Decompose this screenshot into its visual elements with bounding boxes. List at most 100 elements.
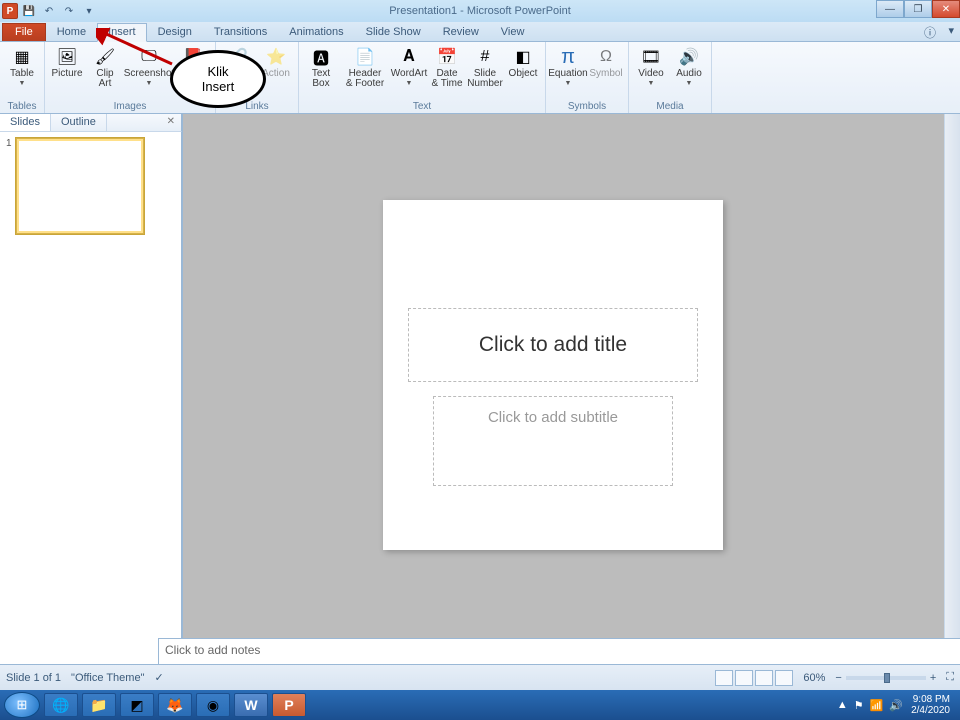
taskbar-clock[interactable]: 9:08 PM 2/4/2020	[911, 694, 950, 716]
tab-transitions[interactable]: Transitions	[203, 23, 278, 41]
tab-animations[interactable]: Animations	[278, 23, 354, 41]
picture-button[interactable]: 🖼Picture	[49, 44, 85, 100]
sorter-view-button[interactable]	[735, 670, 753, 686]
thumbnail-number: 1	[6, 138, 12, 234]
taskbar-ie[interactable]: 🌐	[44, 693, 78, 717]
group-label-tables: Tables	[4, 100, 40, 113]
taskbar-app1[interactable]: ◩	[120, 693, 154, 717]
taskbar-word[interactable]: W	[234, 693, 268, 717]
close-button[interactable]: ✕	[932, 0, 960, 18]
thumbnail-preview[interactable]	[16, 138, 144, 234]
group-tables: ▦ Table ▼ Tables	[0, 42, 45, 113]
clock-date: 2/4/2020	[911, 705, 950, 716]
audio-button[interactable]: 🔊Audio▼	[671, 44, 707, 100]
slides-tab[interactable]: Slides	[0, 114, 51, 131]
textbox-button[interactable]: 🅰Text Box	[303, 44, 339, 100]
title-placeholder-text: Click to add title	[479, 333, 627, 357]
picture-icon: 🖼	[56, 46, 78, 68]
zoom-track[interactable]	[846, 676, 926, 680]
taskbar-firefox[interactable]: 🦊	[158, 693, 192, 717]
slides-outline-header: Slides Outline ✕	[0, 114, 182, 132]
object-icon: ◧	[512, 46, 534, 68]
vertical-scrollbar[interactable]	[944, 114, 960, 638]
tab-file[interactable]: File	[2, 23, 46, 41]
tab-review[interactable]: Review	[432, 23, 490, 41]
clipart-button[interactable]: 🖌Clip Art	[87, 44, 123, 100]
start-button[interactable]: ⊞	[4, 692, 40, 718]
slide-canvas[interactable]: Click to add title Click to add subtitle	[383, 200, 723, 550]
group-symbols: πEquation▼ ΩSymbol Symbols	[546, 42, 629, 113]
tab-home[interactable]: Home	[46, 23, 97, 41]
group-media: 🎞Video▼ 🔊Audio▼ Media	[629, 42, 712, 113]
spellcheck-icon[interactable]: ✓	[154, 671, 163, 684]
screenshot-button[interactable]: 🖵Screenshot▼	[125, 44, 173, 100]
redo-icon[interactable]: ↷	[60, 2, 78, 20]
notes-pane[interactable]: Click to add notes	[158, 638, 960, 664]
tray-volume-icon[interactable]: 🔊	[889, 699, 903, 712]
status-theme: "Office Theme"	[71, 672, 144, 684]
undo-icon[interactable]: ↶	[40, 2, 58, 20]
symbol-button: ΩSymbol	[588, 44, 624, 100]
ribbon-tabs: File Home Insert Design Transitions Anim…	[0, 22, 960, 42]
taskbar-powerpoint[interactable]: P	[272, 693, 306, 717]
zoom-slider[interactable]: − +	[835, 672, 936, 684]
tab-view[interactable]: View	[490, 23, 536, 41]
subtitle-placeholder[interactable]: Click to add subtitle	[433, 396, 673, 486]
equation-icon: π	[557, 46, 579, 68]
save-icon[interactable]: 💾	[20, 2, 38, 20]
slideshow-view-button[interactable]	[775, 670, 793, 686]
tab-slideshow[interactable]: Slide Show	[355, 23, 432, 41]
equation-button[interactable]: πEquation▼	[550, 44, 586, 100]
annotation-text-1: Klik	[208, 64, 229, 79]
qat-more-icon[interactable]: ▾	[80, 2, 98, 20]
zoom-out-icon[interactable]: −	[835, 672, 841, 684]
normal-view-button[interactable]	[715, 670, 733, 686]
clock-time: 9:08 PM	[911, 694, 950, 705]
tray-up-icon[interactable]: ▲	[837, 699, 848, 712]
headerfooter-button[interactable]: 📄Header & Footer	[341, 44, 389, 100]
table-button[interactable]: ▦ Table ▼	[4, 44, 40, 100]
zoom-in-icon[interactable]: +	[930, 672, 936, 684]
minimize-button[interactable]: —	[876, 0, 904, 18]
taskbar-explorer[interactable]: 📁	[82, 693, 116, 717]
tray-network-icon[interactable]: 📶	[870, 699, 884, 712]
textbox-icon: 🅰	[310, 46, 332, 68]
chevron-down-icon: ▼	[565, 80, 572, 87]
restore-button[interactable]: ❐	[904, 0, 932, 18]
slide-number-icon: #	[474, 46, 496, 68]
video-icon: 🎞	[640, 46, 662, 68]
help-icon[interactable]: ⓘ	[924, 24, 936, 41]
zoom-thumb[interactable]	[884, 673, 890, 683]
chevron-down-icon: ▼	[648, 80, 655, 87]
wordart-icon: 𝐀	[398, 46, 420, 68]
chevron-down-icon: ▼	[19, 80, 26, 87]
system-tray: ▲ ⚑ 📶 🔊 9:08 PM 2/4/2020	[837, 694, 956, 716]
date-time-icon: 📅	[436, 46, 458, 68]
group-text: 🅰Text Box 📄Header & Footer 𝐀WordArt▼ 📅Da…	[299, 42, 546, 113]
video-button[interactable]: 🎞Video▼	[633, 44, 669, 100]
group-label-media: Media	[633, 100, 707, 113]
chevron-down-icon: ▼	[146, 80, 153, 87]
taskbar-chrome[interactable]: ◉	[196, 693, 230, 717]
wordart-button[interactable]: 𝐀WordArt▼	[391, 44, 427, 100]
screenshot-icon: 🖵	[138, 46, 160, 68]
windows-taskbar: ⊞ 🌐 📁 ◩ 🦊 ◉ W P ▲ ⚑ 📶 🔊 9:08 PM 2/4/2020	[0, 690, 960, 720]
collapse-ribbon-icon[interactable]: ▾	[948, 24, 954, 37]
reading-view-button[interactable]	[755, 670, 773, 686]
thumbnail-1[interactable]: 1	[6, 138, 175, 234]
object-button[interactable]: ◧Object	[505, 44, 541, 100]
slidenumber-button[interactable]: #Slide Number	[467, 44, 503, 100]
slide-stage: Click to add title Click to add subtitle	[182, 114, 960, 638]
fit-to-window-button[interactable]: ⛶	[946, 671, 954, 684]
tab-insert[interactable]: Insert	[97, 23, 147, 42]
zoom-percent[interactable]: 60%	[803, 672, 825, 684]
datetime-button[interactable]: 📅Date & Time	[429, 44, 465, 100]
app-icon: P	[2, 3, 18, 19]
tab-design[interactable]: Design	[147, 23, 203, 41]
title-placeholder[interactable]: Click to add title	[408, 308, 698, 382]
tray-flag-icon[interactable]: ⚑	[854, 699, 864, 712]
outline-tab[interactable]: Outline	[51, 114, 107, 131]
header-footer-icon: 📄	[354, 46, 376, 68]
close-pane-icon[interactable]: ✕	[161, 114, 181, 131]
chevron-down-icon: ▼	[406, 80, 413, 87]
